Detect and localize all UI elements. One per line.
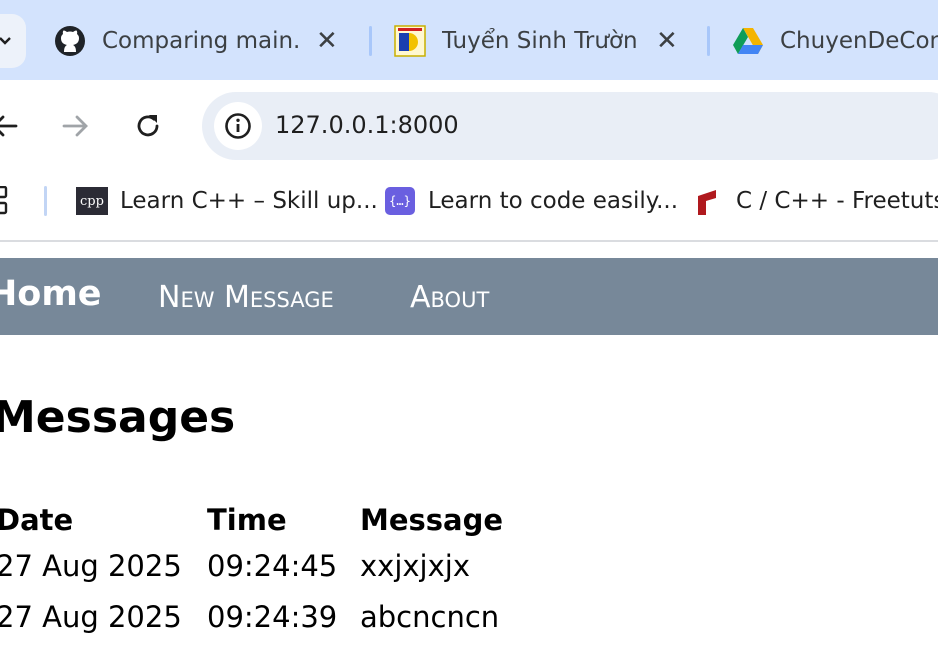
info-icon: [225, 113, 251, 139]
school-logo-icon: [394, 25, 426, 57]
cell-message: abcncncn: [360, 599, 500, 634]
cpp-icon: cpp: [76, 185, 108, 217]
table-row: 27 Aug 2025 09:24:39 abcncncn: [0, 591, 503, 642]
column-header-time: Time: [207, 503, 287, 537]
bookmark-label: Learn to code easily...: [428, 188, 679, 214]
bookmark-label: Learn C++ – Skill up...: [120, 188, 378, 214]
cell-time: 09:24:45: [207, 548, 338, 583]
cell-time: 09:24:39: [207, 599, 338, 634]
back-arrow-icon: [0, 115, 18, 137]
tab-title: ChuyenDeCong: [780, 28, 938, 54]
svg-text:{…}: {…}: [389, 194, 411, 208]
address-bar[interactable]: 127.0.0.1:8000: [202, 92, 938, 160]
table-row: 27 Aug 2025 09:24:45 xxjxjxjx: [0, 540, 503, 591]
tab-search-button[interactable]: [0, 14, 26, 68]
tab-separator: [707, 26, 710, 56]
cell-message: xxjxjxjx: [360, 548, 470, 583]
forward-arrow-icon: [62, 115, 88, 137]
tab-chuyen-de[interactable]: ChuyenDeCong: [732, 16, 938, 66]
close-tab-icon[interactable]: ✕: [316, 28, 338, 54]
bookmark-label: C / C++ - Freetuts: [736, 188, 938, 214]
cell-date: 27 Aug 2025: [0, 548, 182, 583]
table-header-row: Date Time Message: [0, 500, 503, 540]
nav-about-link[interactable]: About: [410, 280, 489, 315]
column-header-message: Message: [360, 503, 504, 537]
tab-github[interactable]: Comparing main...\ ✕: [54, 16, 354, 66]
svg-text:cpp: cpp: [80, 194, 104, 209]
bookmark-freetuts[interactable]: C / C++ - Freetuts: [692, 184, 938, 218]
nav-home-link[interactable]: Home: [0, 274, 102, 314]
freetuts-icon: [692, 185, 724, 217]
reload-icon: [137, 115, 159, 137]
site-info-button[interactable]: [214, 102, 262, 150]
bookmarks-bar: cpp Learn C++ – Skill up... {…} Learn to…: [0, 172, 938, 242]
tab-tuyen-sinh[interactable]: Tuyển Sinh Trường ✕: [394, 16, 694, 66]
apps-grid-icon[interactable]: [0, 185, 14, 216]
messages-table: Date Time Message 27 Aug 2025 09:24:45 x…: [0, 500, 503, 642]
url-text[interactable]: 127.0.0.1:8000: [275, 111, 459, 139]
browser-toolbar: 127.0.0.1:8000: [0, 80, 938, 172]
reload-button[interactable]: [128, 106, 168, 146]
bookmark-learn-to-code[interactable]: {…} Learn to code easily...: [384, 184, 678, 218]
tab-title: Comparing main...\: [102, 28, 298, 54]
page-title: Messages: [0, 392, 236, 443]
close-tab-icon[interactable]: ✕: [656, 28, 678, 54]
bookmarks-separator: [44, 186, 47, 216]
tab-strip: Comparing main...\ ✕ Tuyển Sinh Trường ✕…: [0, 0, 938, 80]
tab-title: Tuyển Sinh Trường: [442, 28, 638, 54]
tab-separator: [369, 26, 372, 56]
forward-button[interactable]: [56, 106, 96, 146]
bookmark-learn-cpp[interactable]: cpp Learn C++ – Skill up...: [76, 184, 378, 218]
site-navbar: Home New Message About: [0, 258, 938, 335]
chevron-down-icon: [0, 37, 11, 45]
nav-new-message-link[interactable]: New Message: [158, 280, 334, 315]
back-button[interactable]: [0, 106, 24, 146]
code-braces-icon: {…}: [384, 185, 416, 217]
google-drive-icon: [732, 25, 764, 57]
cell-date: 27 Aug 2025: [0, 599, 182, 634]
column-header-date: Date: [0, 503, 74, 537]
github-icon: [54, 25, 86, 57]
